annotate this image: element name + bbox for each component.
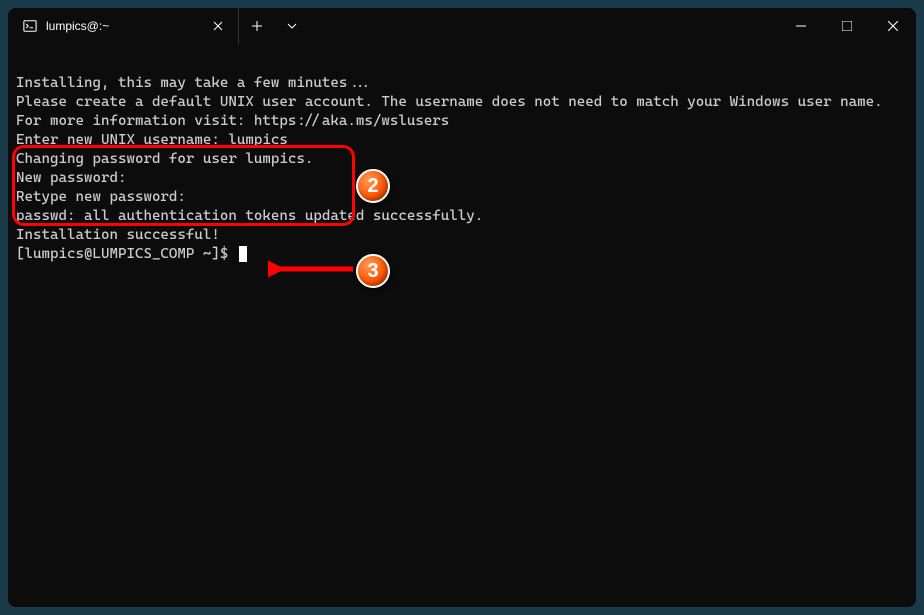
tab-dropdown-button[interactable]: [274, 8, 310, 44]
tab-close-button[interactable]: [208, 16, 228, 36]
cursor: [239, 246, 247, 262]
title-bar: lumpics@:~: [8, 8, 916, 44]
terminal-line: Please create a default UNIX user accoun…: [16, 93, 908, 112]
annotation-callout-3: 3: [356, 254, 390, 288]
terminal-line: New password:: [16, 169, 908, 188]
terminal-line: For more information visit: https://aka.…: [16, 112, 908, 131]
terminal-window: lumpics@:~: [8, 8, 916, 607]
terminal-line: Enter new UNIX username: lumpics: [16, 131, 908, 150]
terminal-content[interactable]: Installing, this may take a few minutes.…: [8, 44, 916, 607]
window-controls: [778, 8, 916, 44]
maximize-button[interactable]: [824, 8, 870, 44]
terminal-line: passwd: all authentication tokens update…: [16, 207, 908, 226]
terminal-prompt: [lumpics@LUMPICS_COMP ~]$: [16, 245, 908, 264]
tab-active[interactable]: lumpics@:~: [8, 8, 238, 44]
tab-title: lumpics@:~: [46, 19, 208, 33]
minimize-button[interactable]: [778, 8, 824, 44]
terminal-line: Retype new password:: [16, 188, 908, 207]
terminal-line: Installation successful!: [16, 226, 908, 245]
close-button[interactable]: [870, 8, 916, 44]
terminal-icon: [22, 18, 38, 34]
annotation-callout-2: 2: [356, 169, 390, 203]
terminal-line: Changing password for user lumpics.: [16, 150, 908, 169]
new-tab-button[interactable]: [238, 8, 274, 44]
terminal-line: Installing, this may take a few minutes.…: [16, 74, 908, 93]
